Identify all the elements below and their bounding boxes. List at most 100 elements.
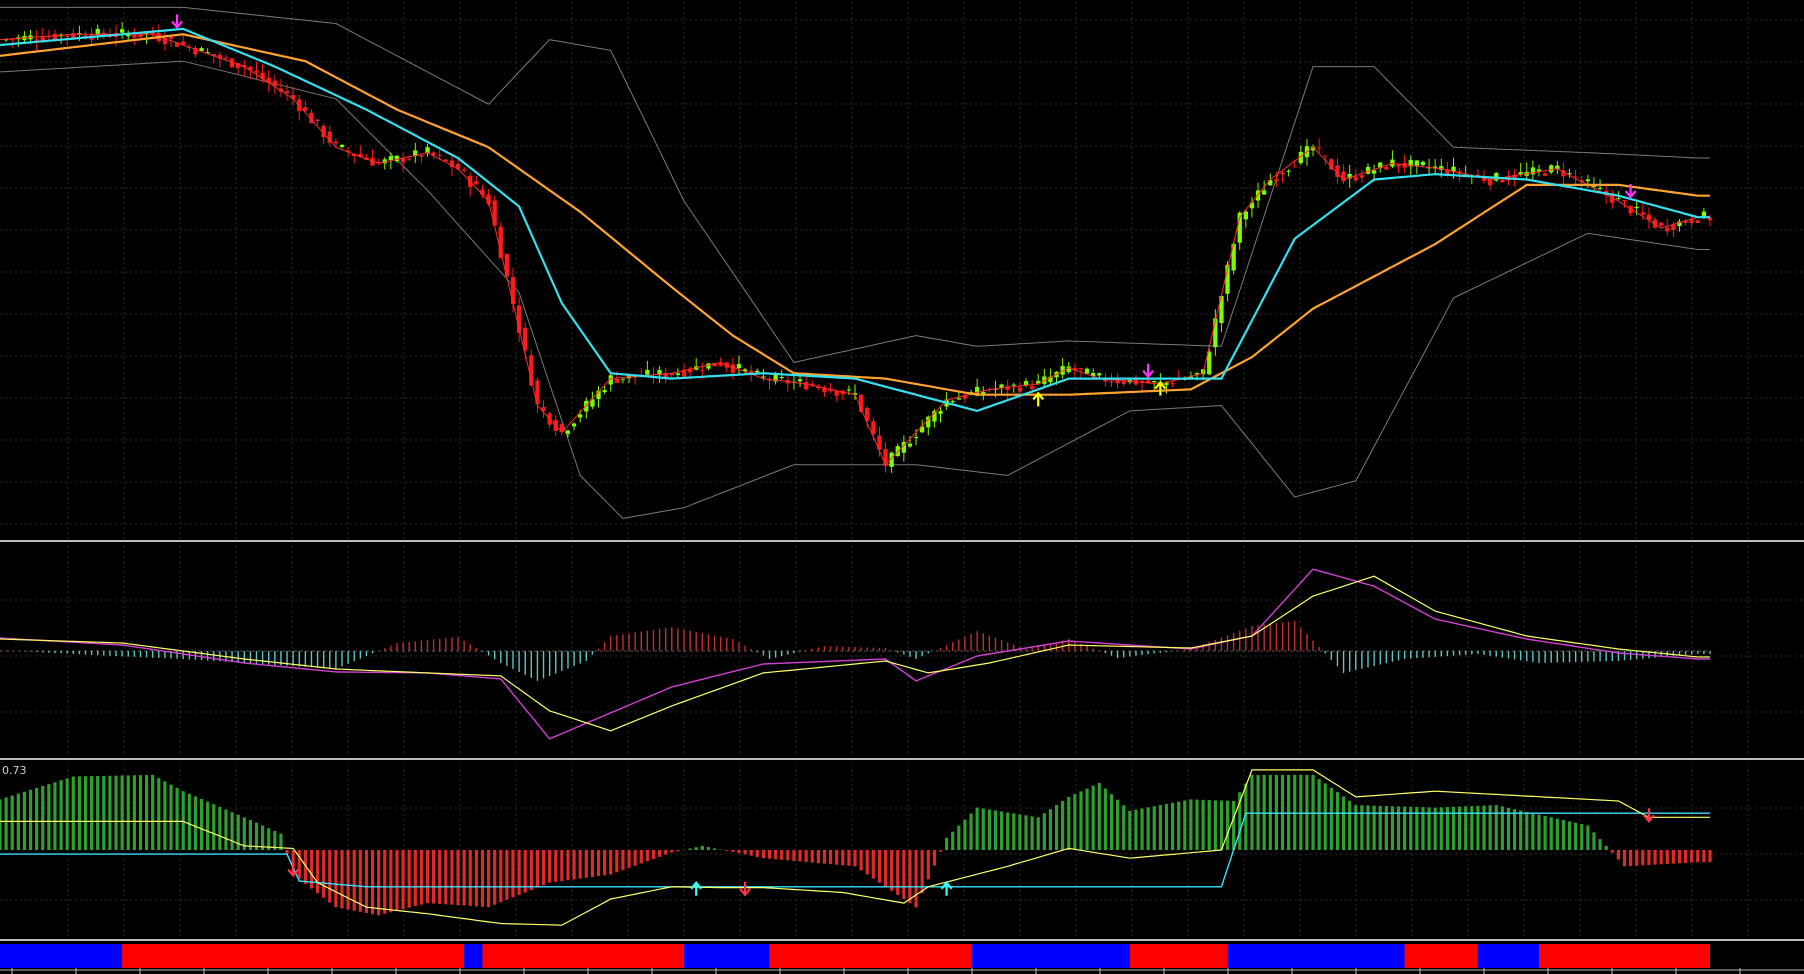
trend-bar xyxy=(0,944,1710,968)
candle-body xyxy=(950,401,955,402)
candle-body xyxy=(1017,387,1023,392)
candle-body xyxy=(620,378,626,380)
candle-body xyxy=(1170,383,1175,385)
candle-body xyxy=(1243,211,1248,220)
trend-segment xyxy=(464,944,483,968)
candle-body xyxy=(339,144,345,147)
candle-body xyxy=(761,376,766,378)
candle-body xyxy=(394,155,400,162)
candle-body xyxy=(1323,155,1328,157)
candle-body xyxy=(1152,381,1157,383)
candle-body xyxy=(437,154,442,156)
candle-body xyxy=(1671,224,1676,230)
trend-segment xyxy=(684,944,770,968)
candle-body xyxy=(1384,167,1389,170)
candle-body xyxy=(645,369,650,375)
candle-body xyxy=(1011,384,1016,386)
candle-body xyxy=(1255,190,1261,201)
trend-segment xyxy=(1404,944,1478,968)
candle-body xyxy=(578,414,583,418)
candle-body xyxy=(400,158,406,163)
trend-segment xyxy=(482,944,684,968)
candle-body xyxy=(52,34,58,40)
candle-body xyxy=(938,411,943,414)
candle-body xyxy=(388,156,393,161)
candle-body xyxy=(907,443,913,447)
candle-body xyxy=(284,91,290,93)
candle-body xyxy=(1549,165,1554,173)
trend-segment xyxy=(1227,944,1405,968)
candle-body xyxy=(462,169,467,171)
candle-body xyxy=(132,34,137,38)
candle-body xyxy=(614,378,619,383)
candle-body xyxy=(1359,175,1365,178)
candle-body xyxy=(1078,368,1084,370)
candle-body xyxy=(1084,368,1090,374)
candle-body xyxy=(895,446,900,457)
candle-body xyxy=(804,382,809,390)
candle-body xyxy=(1420,161,1426,165)
candle-body xyxy=(1286,170,1291,172)
candle-body xyxy=(1543,173,1548,176)
candle-body xyxy=(1396,164,1401,167)
candle-body xyxy=(1274,179,1279,181)
candle-body xyxy=(1292,166,1297,168)
candle-body xyxy=(1121,381,1126,384)
candle-body xyxy=(474,181,479,185)
candle-body xyxy=(999,384,1004,388)
candle-body xyxy=(565,430,571,434)
trend-segment xyxy=(1477,944,1539,968)
candle-body xyxy=(1640,212,1645,215)
candle-body xyxy=(736,364,742,368)
candle-body xyxy=(419,155,424,157)
candle-body xyxy=(1622,200,1627,202)
candle-body xyxy=(571,423,577,427)
candle-body xyxy=(1066,366,1071,373)
candle-body xyxy=(443,159,448,161)
candle-body xyxy=(718,363,723,366)
candle-body xyxy=(755,370,760,373)
candle-body xyxy=(1109,381,1114,383)
candle-body xyxy=(1585,179,1590,182)
candle-body xyxy=(846,389,852,391)
candle-body xyxy=(254,70,259,73)
trend-segment xyxy=(122,944,465,968)
trend-segment xyxy=(971,944,1130,968)
candle-body xyxy=(675,373,681,375)
candle-body xyxy=(327,131,332,143)
candle-body xyxy=(1280,172,1285,174)
oscillator-top-label: 0.73 xyxy=(2,764,27,777)
candle-body xyxy=(913,436,919,438)
candle-body xyxy=(1365,166,1371,174)
candle-body xyxy=(602,390,607,393)
candle-body xyxy=(1262,190,1267,195)
candle-body xyxy=(71,33,76,38)
candle-body xyxy=(1659,222,1664,226)
trend-segment xyxy=(0,944,123,968)
candle-body xyxy=(1500,179,1505,183)
trend-segment xyxy=(769,944,971,968)
candle-body xyxy=(333,141,339,144)
candle-body xyxy=(730,364,735,373)
candle-body xyxy=(1665,227,1670,232)
candle-body xyxy=(1597,187,1603,189)
candle-body xyxy=(1695,220,1700,223)
candle-body xyxy=(1317,147,1322,149)
candle-body xyxy=(797,379,803,382)
candle-body xyxy=(407,158,412,160)
candle-body xyxy=(315,119,320,121)
trading-chart[interactable]: 0.73 xyxy=(0,0,1804,974)
candle-body xyxy=(510,277,516,305)
candle-body xyxy=(168,37,174,39)
candle-body xyxy=(303,107,308,111)
candle-body xyxy=(1372,170,1377,174)
candle-body xyxy=(779,377,784,378)
candle-body xyxy=(834,390,839,396)
candle-body xyxy=(956,398,961,400)
trend-segment xyxy=(1539,944,1710,968)
candle-body xyxy=(223,57,229,59)
candle-body xyxy=(1097,373,1102,376)
trend-segment xyxy=(1129,944,1228,968)
candle-body xyxy=(1634,206,1639,209)
candle-body xyxy=(706,363,711,369)
